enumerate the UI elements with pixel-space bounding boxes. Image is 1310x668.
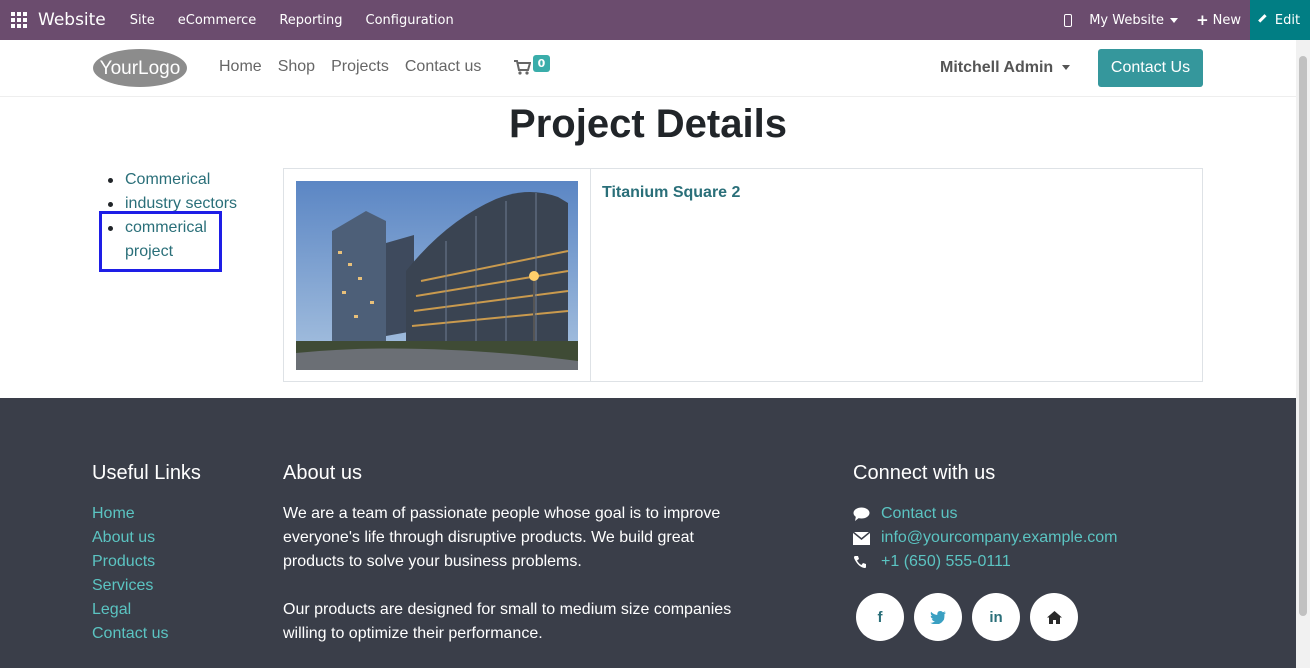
apps-menu-icon[interactable] bbox=[0, 0, 38, 40]
chevron-down-icon bbox=[1170, 17, 1179, 23]
contact-us-button[interactable]: Contact Us bbox=[1098, 49, 1203, 87]
plus-icon: + bbox=[1196, 11, 1209, 29]
social-links: f in bbox=[856, 593, 1088, 641]
admin-menu-configuration[interactable]: Configuration bbox=[366, 13, 454, 28]
page-title: Project Details bbox=[509, 102, 787, 146]
card-divider bbox=[590, 169, 591, 381]
nav-shop[interactable]: Shop bbox=[278, 58, 315, 76]
admin-menu-reporting[interactable]: Reporting bbox=[279, 13, 342, 28]
company-logo[interactable]: YourLogo bbox=[92, 48, 188, 88]
footer-link-services[interactable]: Services bbox=[92, 574, 168, 598]
mobile-preview-icon[interactable] bbox=[1064, 13, 1073, 27]
category-item[interactable]: Commerical bbox=[106, 168, 237, 192]
home-icon[interactable] bbox=[1030, 593, 1078, 641]
nav-home[interactable]: Home bbox=[219, 58, 262, 76]
page-scrollbar[interactable] bbox=[1296, 40, 1310, 668]
nav-contact-us[interactable]: Contact us bbox=[405, 58, 481, 76]
admin-navbar: Website Site eCommerce Reporting Configu… bbox=[0, 0, 1310, 40]
highlight-box bbox=[99, 211, 222, 272]
project-image[interactable] bbox=[296, 181, 578, 370]
connect-list: Contact us info@yourcompany.example.com … bbox=[853, 502, 1118, 574]
connect-contact[interactable]: Contact us bbox=[853, 502, 1118, 526]
edit-button[interactable]: Edit bbox=[1250, 0, 1310, 40]
project-name-link[interactable]: Titanium Square 2 bbox=[602, 184, 740, 202]
website-selector-label: My Website bbox=[1089, 12, 1165, 28]
site-header: YourLogo Home Shop Projects Contact us 0… bbox=[0, 40, 1296, 97]
scrollbar-thumb[interactable] bbox=[1299, 56, 1307, 616]
linkedin-icon[interactable]: in bbox=[972, 593, 1020, 641]
facebook-icon[interactable]: f bbox=[856, 593, 904, 641]
footer-link-products[interactable]: Products bbox=[92, 550, 168, 574]
useful-links-list: Home About us Products Services Legal Co… bbox=[92, 502, 168, 646]
main-nav: Home Shop Projects Contact us bbox=[219, 58, 497, 76]
user-name: Mitchell Admin bbox=[940, 59, 1054, 76]
footer: Useful Links Home About us Products Serv… bbox=[0, 398, 1296, 668]
connect-contact-label: Contact us bbox=[881, 505, 958, 522]
envelope-icon bbox=[853, 531, 881, 545]
connect-email-label: info@yourcompany.example.com bbox=[881, 529, 1118, 546]
chevron-down-icon bbox=[1062, 65, 1071, 71]
user-menu[interactable]: Mitchell Admin bbox=[940, 59, 1071, 77]
comment-icon bbox=[853, 507, 881, 521]
phone-icon bbox=[853, 555, 881, 569]
connect-phone[interactable]: +1 (650) 555-0111 bbox=[853, 550, 1118, 574]
new-button-label: New bbox=[1212, 12, 1241, 28]
project-card: Titanium Square 2 bbox=[283, 168, 1203, 382]
admin-menu-ecommerce[interactable]: eCommerce bbox=[178, 13, 257, 28]
footer-link-about[interactable]: About us bbox=[92, 526, 168, 550]
about-paragraph: We are a team of passionate people whose… bbox=[283, 505, 721, 570]
connect-phone-label: +1 (650) 555-0111 bbox=[881, 553, 1011, 570]
twitter-icon[interactable] bbox=[914, 593, 962, 641]
about-text: We are a team of passionate people whose… bbox=[283, 502, 733, 646]
cart-count-badge[interactable]: 0 bbox=[533, 55, 550, 72]
connect-email[interactable]: info@yourcompany.example.com bbox=[853, 526, 1118, 550]
admin-menu-site[interactable]: Site bbox=[130, 13, 155, 28]
footer-link-home[interactable]: Home bbox=[92, 502, 168, 526]
useful-links-title: Useful Links bbox=[92, 462, 201, 484]
nav-projects[interactable]: Projects bbox=[331, 58, 389, 76]
logo-text: YourLogo bbox=[100, 58, 181, 79]
new-button[interactable]: + New bbox=[1196, 11, 1241, 29]
edit-button-label: Edit bbox=[1274, 12, 1301, 28]
connect-title: Connect with us bbox=[853, 462, 996, 484]
admin-brand[interactable]: Website bbox=[38, 10, 106, 30]
footer-link-legal[interactable]: Legal bbox=[92, 598, 168, 622]
about-paragraph: Our products are designed for small to m… bbox=[283, 601, 732, 642]
website-selector[interactable]: My Website bbox=[1089, 12, 1179, 28]
about-title: About us bbox=[283, 462, 362, 484]
pencil-icon bbox=[1258, 13, 1271, 27]
cart-icon[interactable] bbox=[514, 60, 531, 75]
footer-link-contact[interactable]: Contact us bbox=[92, 622, 168, 646]
